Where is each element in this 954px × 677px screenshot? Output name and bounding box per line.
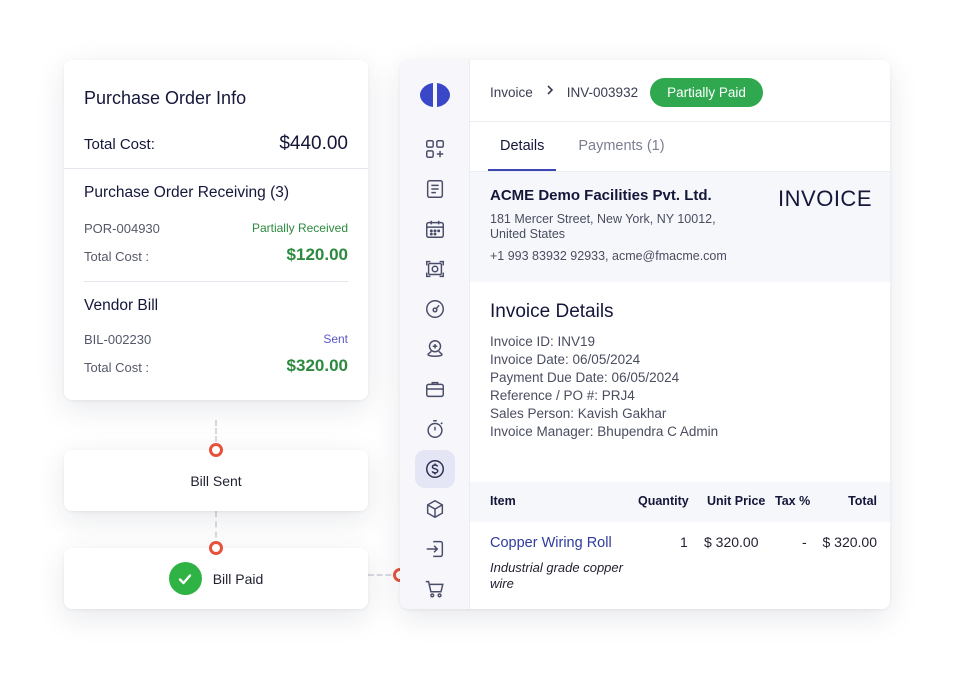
- column-header-quantity: Quantity: [638, 494, 689, 508]
- line-item-total: $ 320.00: [822, 534, 878, 550]
- dollar-icon[interactable]: [415, 450, 455, 488]
- line-item-unit-price: $ 320.00: [704, 534, 759, 550]
- tab-bar: Details Payments (1): [488, 122, 677, 172]
- payment-due-date: Payment Due Date: 06/05/2024: [490, 370, 680, 385]
- divider: [84, 281, 348, 282]
- box-icon[interactable]: [415, 490, 455, 528]
- document-type: INVOICE: [778, 186, 872, 211]
- check-icon: [168, 562, 202, 595]
- po-receiving-cost-label: Total Cost :: [84, 249, 150, 264]
- column-header-total: Total: [848, 494, 877, 508]
- vendor-bill-id[interactable]: BIL-002230: [84, 332, 151, 347]
- column-header-item: Item: [490, 494, 516, 508]
- logo-icon[interactable]: [419, 82, 451, 108]
- po-receiving-cost: $120.00: [286, 245, 348, 264]
- reference-po: Reference / PO #: PRJ4: [490, 388, 635, 403]
- breadcrumb: Invoice INV-003932 Partially Paid: [490, 77, 763, 107]
- invoice-id: Invoice ID: INV19: [490, 334, 596, 349]
- bill-sent-card: Bill Sent: [64, 450, 368, 511]
- purchase-order-card: Purchase Order Info Total Cost: $440.00 …: [64, 60, 368, 400]
- vendor-bill-title[interactable]: Vendor Bill: [84, 297, 158, 315]
- calendar-icon[interactable]: [415, 210, 455, 248]
- vendor-bill-cost-label: Total Cost :: [84, 360, 150, 375]
- bill-paid-card: Bill Paid: [64, 548, 368, 609]
- invoice-details-list: Invoice ID: INV19 Invoice Date: 06/05/20…: [490, 333, 718, 441]
- apps-icon[interactable]: [415, 130, 455, 168]
- company-address: 181 Mercer Street, New York, NY 10012, U…: [490, 212, 716, 241]
- vendor-bill-status: Sent: [323, 332, 348, 346]
- timeline-node: [209, 443, 223, 457]
- scan-icon[interactable]: [415, 250, 455, 288]
- invoice-manager: Invoice Manager: Bhupendra C Admin: [490, 424, 719, 439]
- po-receiving-id[interactable]: POR-004930: [84, 221, 160, 236]
- divider: [64, 168, 368, 169]
- cart-icon[interactable]: [415, 570, 455, 608]
- breadcrumb-invoice-id: INV-003932: [566, 84, 639, 100]
- vendor-bill-cost: $320.00: [286, 356, 348, 375]
- po-receiving-status: Partially Received: [251, 221, 348, 235]
- po-receiving-title[interactable]: Purchase Order Receiving (3): [84, 184, 289, 202]
- total-cost-value: $440.00: [279, 133, 348, 154]
- tab-payments[interactable]: Payments (1): [566, 122, 676, 172]
- company-contact: +1 993 83932 92933, acme@fmacme.com: [490, 249, 727, 263]
- status-badge: Partially Paid: [650, 77, 763, 107]
- chevron-right-icon: [545, 83, 555, 101]
- timeline-node: [209, 541, 223, 555]
- sales-person: Sales Person: Kavish Gakhar: [490, 406, 667, 421]
- briefcase-icon[interactable]: [415, 370, 455, 408]
- bill-paid-label: Bill Paid: [212, 570, 264, 587]
- location-icon[interactable]: [415, 330, 455, 368]
- sidebar: [400, 60, 470, 609]
- invoice-window: Invoice INV-003932 Partially Paid Detail…: [400, 60, 890, 609]
- bill-sent-label: Bill Sent: [190, 472, 242, 489]
- column-header-tax: Tax %: [775, 494, 811, 508]
- line-item-description: Industrial grade copper wire: [490, 560, 623, 591]
- login-icon[interactable]: [415, 530, 455, 568]
- table-header: Item Quantity Unit Price Tax % Total: [470, 482, 890, 522]
- tab-details[interactable]: Details: [488, 122, 557, 172]
- column-header-unit-price: Unit Price: [707, 494, 766, 508]
- gauge-icon[interactable]: [415, 290, 455, 328]
- total-cost-label: Total Cost:: [84, 136, 155, 153]
- line-item-name[interactable]: Copper Wiring Roll: [490, 535, 612, 551]
- company-name: ACME Demo Facilities Pvt. Ltd.: [490, 187, 712, 204]
- breadcrumb-invoice[interactable]: Invoice: [490, 85, 533, 100]
- invoice-main: Invoice INV-003932 Partially Paid Detail…: [470, 60, 890, 609]
- line-item-quantity: 1: [680, 534, 688, 550]
- document-icon[interactable]: [415, 170, 455, 208]
- company-header: ACME Demo Facilities Pvt. Ltd. 181 Merce…: [470, 172, 890, 282]
- line-item-tax: -: [802, 534, 807, 550]
- stopwatch-icon[interactable]: [415, 410, 455, 448]
- invoice-date: Invoice Date: 06/05/2024: [490, 352, 641, 367]
- invoice-details-title: Invoice Details: [490, 301, 614, 322]
- purchase-order-title: Purchase Order Info: [84, 88, 247, 108]
